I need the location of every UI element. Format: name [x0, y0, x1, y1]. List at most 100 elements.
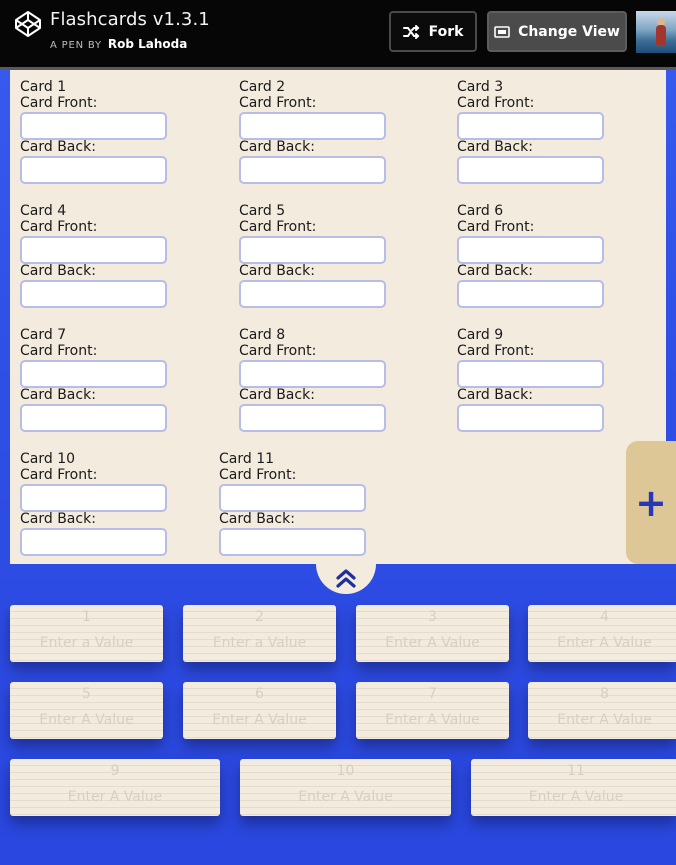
card-title: Card 9 [457, 327, 504, 343]
flashcard-number: 2 [255, 609, 264, 625]
card-back-label: Card Back: [20, 387, 96, 403]
card-front-input[interactable] [20, 484, 167, 512]
card-back-input[interactable] [20, 528, 167, 556]
card-back-label: Card Back: [457, 139, 533, 155]
card-front-label: Card Front: [20, 343, 98, 359]
card-back-label: Card Back: [20, 263, 96, 279]
card-front-label: Card Front: [239, 343, 317, 359]
author-link[interactable]: Rob Lahoda [108, 37, 187, 51]
pen-title: Flashcards v1.3.1 [50, 9, 210, 30]
collapse-editor-button[interactable] [316, 564, 376, 594]
flashcard-value: Enter A Value [385, 712, 480, 728]
card-back-input[interactable] [457, 404, 604, 432]
card-back-input[interactable] [239, 156, 386, 184]
flashcard-value: Enter A Value [385, 635, 480, 651]
card-front-label: Card Front: [219, 467, 297, 483]
fork-label: Fork [428, 23, 464, 40]
card-front-input[interactable] [239, 360, 386, 388]
flashcard-value: Enter A Value [298, 789, 393, 805]
card-front-label: Card Front: [457, 95, 535, 111]
card-front-input[interactable] [20, 360, 167, 388]
flashcard-value: Enter A Value [212, 712, 307, 728]
card-title: Card 11 [219, 451, 275, 467]
flashcard-3[interactable]: 3 Enter A Value [356, 605, 509, 662]
card-title: Card 4 [20, 203, 67, 219]
card-back-input[interactable] [20, 280, 167, 308]
flashcard-number: 3 [428, 609, 437, 625]
flashcard-8[interactable]: 8 Enter A Value [528, 682, 676, 739]
flashcard-number: 7 [428, 686, 437, 702]
flashcard-2[interactable]: 2 Enter a Value [183, 605, 336, 662]
card-front-label: Card Front: [457, 343, 535, 359]
card-back-label: Card Back: [239, 139, 315, 155]
plus-icon: + [635, 480, 667, 525]
change-view-label: Change View [518, 23, 620, 40]
card-front-input[interactable] [457, 112, 604, 140]
user-avatar[interactable] [636, 11, 676, 53]
card-back-label: Card Back: [20, 511, 96, 527]
flashcard-5[interactable]: 5 Enter A Value [10, 682, 163, 739]
card-front-input[interactable] [219, 484, 366, 512]
fork-button[interactable]: Fork [389, 11, 477, 52]
flashcard-number: 9 [110, 763, 120, 779]
card-back-label: Card Back: [20, 139, 96, 155]
card-title: Card 8 [239, 327, 286, 343]
card-front-input[interactable] [457, 236, 604, 264]
card-front-label: Card Front: [20, 219, 98, 235]
card-front-label: Card Front: [239, 219, 317, 235]
flashcard-9[interactable]: 9 Enter A Value [10, 759, 220, 816]
flashcard-number: 4 [600, 609, 609, 625]
card-back-input[interactable] [239, 280, 386, 308]
card-front-input[interactable] [239, 112, 386, 140]
card-title: Card 6 [457, 203, 504, 219]
layout-icon [494, 25, 510, 38]
double-chevron-up-icon [336, 569, 356, 588]
card-front-label: Card Front: [457, 219, 535, 235]
flashcard-number: 6 [255, 686, 264, 702]
card-back-input[interactable] [20, 404, 167, 432]
card-back-input[interactable] [457, 280, 604, 308]
card-front-input[interactable] [20, 112, 167, 140]
card-back-label: Card Back: [219, 511, 295, 527]
card-back-input[interactable] [20, 156, 167, 184]
flashcard-7[interactable]: 7 Enter A Value [356, 682, 509, 739]
card-front-label: Card Front: [20, 467, 98, 483]
flashcard-10[interactable]: 10 Enter A Value [240, 759, 451, 816]
flashcard-value: Enter A Value [557, 635, 652, 651]
card-back-input[interactable] [219, 528, 366, 556]
card-back-label: Card Back: [239, 263, 315, 279]
card-front-label: Card Front: [239, 95, 317, 111]
flashcard-value: Enter a Value [212, 635, 307, 651]
card-title: Card 5 [239, 203, 286, 219]
flashcard-number: 8 [600, 686, 609, 702]
flashcard-value: Enter a Value [39, 635, 134, 651]
card-back-label: Card Back: [457, 387, 533, 403]
flashcard-1[interactable]: 1 Enter a Value [10, 605, 163, 662]
flashcard-number: 11 [567, 763, 585, 779]
flashcard-number: 1 [82, 609, 91, 625]
flashcard-value: Enter A Value [528, 789, 624, 805]
fork-icon [402, 24, 419, 39]
byline-prefix: A PEN BY [50, 40, 102, 51]
card-front-input[interactable] [20, 236, 167, 264]
card-title: Card 2 [239, 79, 286, 95]
add-card-button[interactable]: + [626, 441, 676, 564]
flashcard-number: 10 [336, 763, 355, 779]
card-back-input[interactable] [457, 156, 604, 184]
card-editor-panel: Card 1 Card Front: Card Back: Card 2 Car… [10, 70, 666, 564]
card-front-input[interactable] [457, 360, 604, 388]
codepen-logo-icon[interactable] [14, 10, 42, 38]
card-back-input[interactable] [239, 404, 386, 432]
card-back-label: Card Back: [239, 387, 315, 403]
flashcard-value: Enter A Value [39, 712, 134, 728]
change-view-button[interactable]: Change View [487, 11, 627, 52]
card-front-input[interactable] [239, 236, 386, 264]
pen-byline: A PEN BY Rob Lahoda [50, 37, 187, 51]
flashcard-4[interactable]: 4 Enter A Value [528, 605, 676, 662]
flashcard-6[interactable]: 6 Enter A Value [183, 682, 336, 739]
top-bar: Flashcards v1.3.1 A PEN BY Rob Lahoda Fo… [0, 0, 676, 67]
card-title: Card 3 [457, 79, 504, 95]
flashcard-value: Enter A Value [67, 789, 163, 805]
card-title: Card 7 [20, 327, 67, 343]
flashcard-11[interactable]: 11 Enter A Value [471, 759, 676, 816]
